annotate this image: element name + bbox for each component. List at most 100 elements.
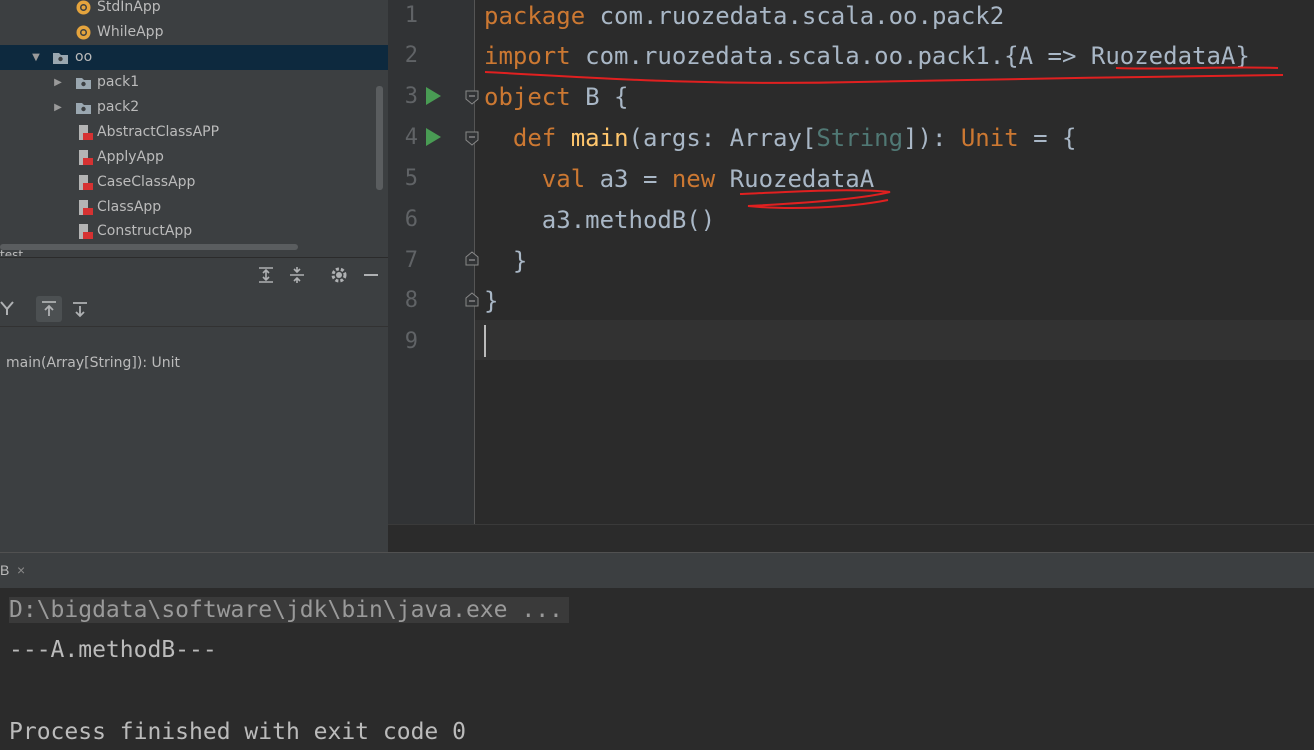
- tree-item-constructapp[interactable]: ConstructApp: [0, 219, 388, 244]
- chevron-down-icon[interactable]: ▼: [31, 45, 41, 70]
- sort-up-icon: [42, 301, 56, 316]
- fold-icon[interactable]: [464, 130, 480, 146]
- close-icon[interactable]: ×: [17, 562, 25, 578]
- code-editor[interactable]: 1 2 3 4 5 6 7 8 9 package com.ruozedata.…: [388, 0, 1314, 553]
- structure-item-main[interactable]: main(Array[String]): Unit: [6, 355, 180, 371]
- expand-all-icon[interactable]: [255, 264, 277, 286]
- tree-item-stdinapp[interactable]: StdInApp: [0, 0, 388, 20]
- tree-item-label: pack2: [97, 99, 140, 115]
- unfold-icon[interactable]: [464, 251, 480, 267]
- code-text: RuozedataA: [715, 165, 875, 193]
- tree-item-whileapp[interactable]: WhileApp: [0, 20, 388, 45]
- tree-item-label: ApplyApp: [97, 149, 164, 165]
- keyword: package: [484, 2, 586, 30]
- tree-item-test[interactable]: test: [0, 246, 23, 256]
- code-line-4[interactable]: def main(args: Array[String]): Unit = {: [484, 122, 1077, 154]
- scala-class-icon: [79, 200, 93, 215]
- keyword: new: [671, 165, 716, 193]
- scala-object-icon: [76, 25, 91, 40]
- structure-header: [0, 257, 388, 292]
- keyword: Unit: [960, 124, 1019, 152]
- type-name: String: [816, 124, 904, 152]
- console-output-line: ---A.methodB---: [9, 637, 217, 663]
- tree-item-label: ConstructApp: [97, 223, 193, 239]
- code-line-8[interactable]: }: [484, 285, 498, 317]
- gear-icon[interactable]: [328, 264, 350, 286]
- tree-item-pack2[interactable]: ▶ pack2: [0, 95, 388, 120]
- console-command-line[interactable]: D:\bigdata\software\jdk\bin\java.exe ...: [9, 597, 569, 623]
- tree-item-label: WhileApp: [97, 24, 164, 40]
- left-tool-panel: StdInApp WhileApp ▼ oo ▶ pack1 ▶ pack2 A…: [0, 0, 388, 552]
- structure-toolbar: [0, 290, 388, 327]
- filter-icon[interactable]: [0, 297, 18, 319]
- editor-breadcrumb-bar: [388, 524, 1314, 553]
- scala-object-icon: [76, 0, 91, 15]
- function-name: main: [570, 124, 629, 152]
- tree-item-label: StdInApp: [97, 0, 161, 15]
- run-tab-b[interactable]: B: [0, 562, 9, 578]
- line-number: 2: [404, 43, 418, 68]
- code-line-3[interactable]: object B {: [484, 81, 629, 113]
- tree-item-label: ClassApp: [97, 199, 162, 215]
- line-number: 8: [404, 288, 418, 313]
- scala-class-icon: [79, 150, 93, 165]
- run-gutter-icon[interactable]: [426, 87, 441, 105]
- fold-icon[interactable]: [464, 89, 480, 105]
- keyword: val: [541, 165, 586, 193]
- tree-item-caseclassapp[interactable]: CaseClassApp: [0, 170, 388, 195]
- package-folder-icon: [76, 103, 91, 114]
- line-number: 9: [404, 329, 418, 354]
- scala-class-icon: [79, 175, 93, 190]
- line-number: 4: [404, 125, 418, 150]
- run-console[interactable]: D:\bigdata\software\jdk\bin\java.exe ...…: [0, 588, 1314, 749]
- tree-item-abstractclassapp[interactable]: AbstractClassAPP: [0, 120, 388, 145]
- code-text: com.ruozedata.scala.oo.pack1.{A => Ruoze…: [570, 42, 1250, 70]
- chevron-right-icon[interactable]: ▶: [53, 95, 63, 120]
- package-folder-icon: [76, 78, 91, 89]
- tree-item-classapp[interactable]: ClassApp: [0, 195, 388, 220]
- caret-line-highlight: [475, 320, 1314, 360]
- code-text: = {: [1018, 124, 1077, 152]
- code-line-2[interactable]: import com.ruozedata.scala.oo.pack1.{A =…: [484, 40, 1250, 72]
- tree-item-label: CaseClassApp: [97, 174, 196, 190]
- unfold-icon[interactable]: [464, 292, 480, 308]
- tree-item-label: AbstractClassAPP: [97, 124, 220, 140]
- tree-vertical-scrollbar[interactable]: [376, 86, 383, 190]
- tree-item-pack1[interactable]: ▶ pack1: [0, 70, 388, 95]
- keyword: object: [484, 83, 571, 111]
- editor-gutter: 1 2 3 4 5 6 7 8 9: [388, 0, 479, 524]
- collapse-all-icon[interactable]: [286, 264, 308, 286]
- code-line-5[interactable]: val a3 = new RuozedataA: [484, 163, 874, 195]
- code-line-1[interactable]: package com.ruozedata.scala.oo.pack2: [484, 0, 1004, 32]
- code-text: com.ruozedata.scala.oo.pack2: [585, 2, 1005, 30]
- chevron-right-icon[interactable]: ▶: [53, 70, 63, 95]
- scala-class-icon: [79, 125, 93, 140]
- sort-up-button[interactable]: [36, 296, 62, 322]
- tree-item-applyapp[interactable]: ApplyApp: [0, 145, 388, 170]
- tree-item-oo[interactable]: ▼ oo: [0, 45, 388, 70]
- line-number: 1: [404, 3, 418, 28]
- code-text: a3 =: [585, 165, 672, 193]
- scala-class-icon: [79, 224, 93, 239]
- tree-item-label: pack1: [97, 74, 140, 90]
- line-number: 3: [404, 84, 418, 109]
- run-tab-bar: B ×: [0, 552, 1314, 589]
- sort-down-icon[interactable]: [69, 298, 91, 320]
- tree-horizontal-scrollbar[interactable]: [0, 244, 298, 250]
- minimize-icon[interactable]: [360, 264, 382, 286]
- package-folder-icon: [53, 53, 68, 64]
- text-cursor: [484, 325, 486, 357]
- console-exit-line: Process finished with exit code 0: [9, 719, 466, 745]
- code-text: (args: Array[: [628, 124, 817, 152]
- code-text: ]):: [903, 124, 961, 152]
- line-number: 7: [404, 248, 418, 273]
- tree-item-label: oo: [75, 49, 93, 65]
- run-gutter-icon[interactable]: [426, 128, 441, 146]
- code-line-6[interactable]: a3.methodB(): [484, 204, 715, 236]
- code-line-7[interactable]: }: [484, 245, 527, 277]
- line-number: 5: [404, 166, 418, 191]
- keyword: def: [512, 124, 557, 152]
- code-text: B {: [570, 83, 629, 111]
